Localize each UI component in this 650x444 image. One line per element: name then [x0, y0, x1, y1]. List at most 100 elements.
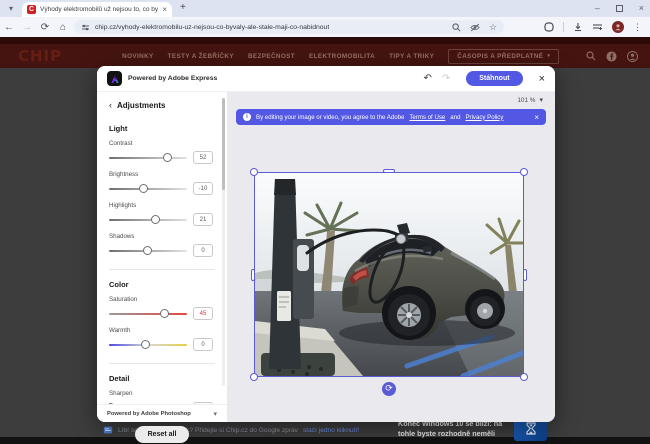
shadows-value[interactable]: 0 [193, 244, 213, 257]
hourglass-icon [525, 422, 537, 436]
site-search-icon[interactable] [586, 51, 596, 61]
toolbar-right-icons: ⋮ [544, 21, 642, 33]
shadows-label: Shadows [109, 233, 215, 240]
panel-divider [109, 269, 215, 270]
profile-avatar[interactable] [612, 21, 624, 33]
brightness-slider[interactable] [109, 188, 187, 190]
eye-off-icon[interactable] [470, 23, 480, 32]
handle-bottom-left[interactable] [250, 373, 258, 381]
minimize-button[interactable]: – [595, 1, 600, 15]
saturation-knob[interactable] [160, 309, 169, 318]
terms-of-use-link[interactable]: Terms of Use [409, 114, 445, 121]
teaser-article[interactable]: Konec Windows 10 se blíží: na tohle byst… [398, 419, 510, 439]
zoom-chevron-icon: ▾ [539, 96, 543, 104]
saturation-label: Saturation [109, 296, 215, 303]
redo-icon[interactable]: ↷ [442, 73, 450, 84]
handle-top-right[interactable] [520, 168, 528, 176]
forward-icon[interactable]: → [18, 22, 36, 33]
banner-close-icon[interactable]: × [534, 113, 539, 122]
panel-divider [109, 363, 215, 364]
saturation-slider[interactable] [109, 313, 187, 315]
home-icon[interactable]: ⌂ [54, 22, 72, 33]
site-header: CHIP NOVINKY TESTY A ŽEBŘÍČKY BEZPEČNOST… [0, 44, 650, 68]
contrast-slider[interactable] [109, 157, 187, 159]
download-button[interactable]: Stáhnout [466, 71, 522, 86]
extensions-icon[interactable] [544, 22, 554, 32]
download-icon[interactable] [573, 22, 583, 32]
reload-icon[interactable]: ⟳ [36, 22, 54, 33]
undo-icon[interactable]: ↶ [423, 73, 431, 84]
adobe-express-modal: Powered by Adobe Express ↶ ↷ Stáhnout × … [97, 66, 555, 422]
zoom-page-icon[interactable] [452, 23, 461, 32]
handle-bottom-right[interactable] [520, 373, 528, 381]
screen: ▾ C Výhody elektromobilů už nejsou to, c… [0, 0, 650, 444]
nav-tipy[interactable]: TIPY A TRIKY [389, 53, 434, 60]
rotate-handle[interactable]: ⟳ [382, 382, 396, 396]
privacy-policy-link[interactable]: Privacy Policy [465, 114, 503, 121]
zoom-control[interactable]: 101 % ▾ [517, 96, 543, 104]
modal-header: Powered by Adobe Express ↶ ↷ Stáhnout × [97, 66, 555, 92]
nav-casopis-predplatne[interactable]: ČASOPIS A PŘEDPLATNÉ ▾ [448, 49, 559, 64]
contrast-knob[interactable] [163, 153, 172, 162]
tab-search-caret-icon[interactable]: ▾ [5, 3, 17, 15]
page-bottom-strip [0, 437, 650, 444]
warmth-knob[interactable] [141, 340, 150, 349]
site-settings-icon[interactable] [81, 23, 90, 32]
new-tab-button[interactable]: + [180, 2, 186, 13]
toolbar-divider [563, 22, 564, 32]
zoom-level: 101 % [517, 97, 535, 104]
browser-tab[interactable]: C Výhody elektromobilů už nejsou to, co … [22, 2, 172, 17]
nav-elektromobilita[interactable]: ELEKTROMOBILITA [309, 53, 375, 60]
brightness-knob[interactable] [139, 184, 148, 193]
header-icons [586, 51, 638, 62]
back-icon[interactable]: ← [0, 22, 18, 33]
panel-title: Adjustments [117, 101, 165, 110]
editor-canvas[interactable]: 101 % ▾ i By editing your image or video… [227, 92, 555, 422]
handle-right[interactable] [523, 269, 527, 281]
facebook-icon[interactable] [606, 51, 617, 62]
gnews-link[interactable]: stačí jedno kliknutí! [303, 427, 359, 434]
panel-footer: Powered by Adobe Photoshop ▾ [97, 404, 227, 422]
chevron-down-icon: ▾ [547, 53, 550, 59]
shadows-slider[interactable] [109, 250, 187, 252]
modal-close-icon[interactable]: × [539, 73, 545, 85]
maximize-button[interactable] [616, 5, 623, 12]
handle-left[interactable] [251, 269, 255, 281]
nav-bezpecnost[interactable]: BEZPEČNOST [248, 53, 295, 60]
highlights-slider[interactable] [109, 219, 187, 221]
shadows-knob[interactable] [143, 246, 152, 255]
browser-menu-icon[interactable]: ⋮ [633, 22, 642, 33]
contrast-value[interactable]: 52 [193, 151, 213, 164]
saturation-value[interactable]: 45 [193, 307, 213, 320]
reset-all-button[interactable]: Reset all [135, 426, 190, 443]
highlights-knob[interactable] [151, 215, 160, 224]
panel-scrollbar-thumb[interactable] [222, 98, 225, 190]
account-icon[interactable] [627, 51, 638, 62]
handle-top[interactable] [383, 169, 395, 173]
warmth-value[interactable]: 0 [193, 338, 213, 351]
nav-testy[interactable]: TESTY A ŽEBŘÍČKY [168, 53, 234, 60]
banner-and: and [450, 114, 460, 121]
reading-list-icon[interactable] [592, 23, 603, 32]
window-close-button[interactable]: × [639, 1, 644, 15]
footer-chevron-icon[interactable]: ▾ [213, 410, 217, 418]
bookmark-star-icon[interactable]: ☆ [489, 22, 497, 33]
handle-top-left[interactable] [250, 168, 258, 176]
tab-close-icon[interactable]: × [162, 5, 167, 14]
selected-image[interactable]: ⟳ [255, 173, 523, 376]
highlights-value[interactable]: 21 [193, 213, 213, 226]
banner-text: By editing your image or video, you agre… [256, 114, 404, 121]
brightness-value[interactable]: -10 [193, 182, 213, 195]
panel-back-icon[interactable]: ‹ [109, 100, 112, 110]
chip-logo[interactable]: CHIP [18, 47, 62, 65]
car-charging-photo [255, 173, 523, 376]
adjustments-panel: ‹ Adjustments Light Contrast 52 Brightne… [97, 92, 227, 422]
nav-novinky[interactable]: NOVINKY [122, 53, 154, 60]
info-icon: i [243, 113, 251, 121]
sharpen-label: Sharpen [109, 390, 215, 397]
browser-tabstrip: ▾ C Výhody elektromobilů už nejsou to, c… [0, 0, 650, 17]
section-detail: Detail [109, 374, 215, 383]
warmth-slider[interactable] [109, 344, 187, 346]
url-text: chip.cz/vyhody-elektromobilu-uz-nejsou-c… [95, 24, 329, 31]
url-bar[interactable]: chip.cz/vyhody-elektromobilu-uz-nejsou-c… [74, 20, 504, 34]
